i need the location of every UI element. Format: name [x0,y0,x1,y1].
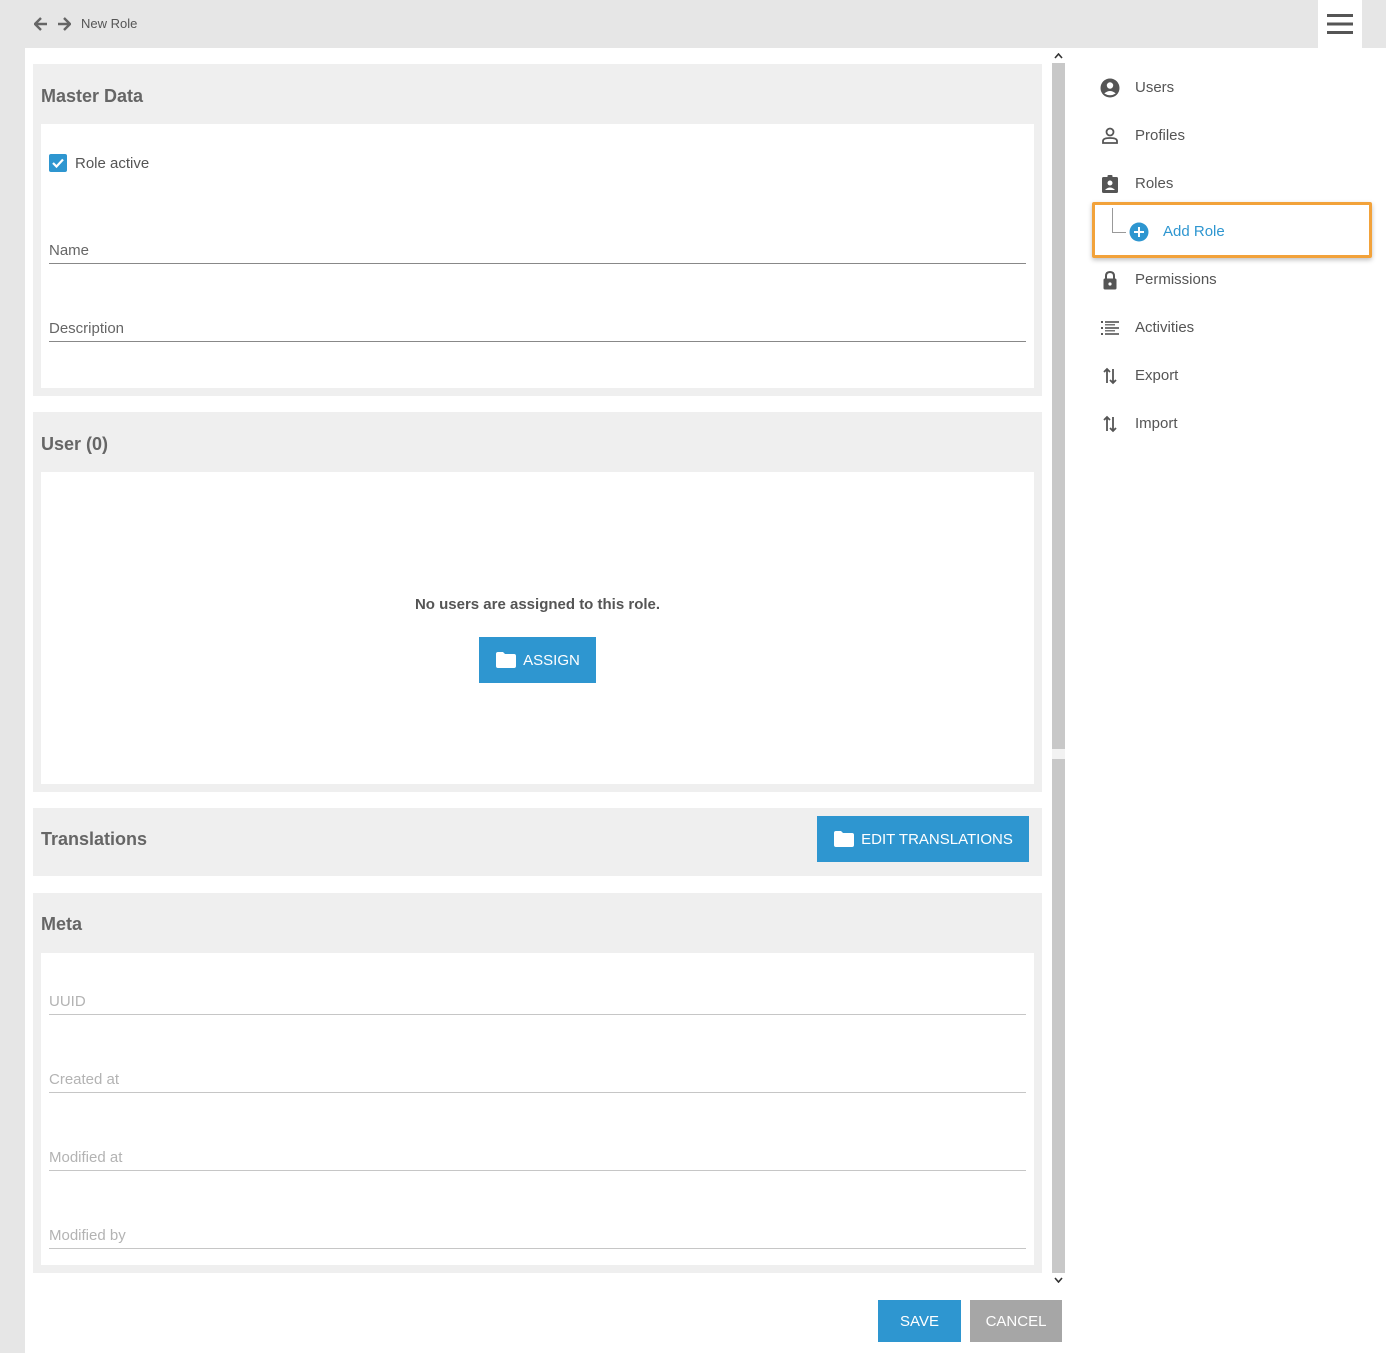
description-field[interactable] [49,341,1026,342]
uuid-label: UUID [49,993,86,1010]
modified-at-label: Modified at [49,1149,123,1166]
save-button[interactable]: SAVE [878,1300,961,1342]
modified-at-field [49,1170,1026,1171]
sidebar-item-label: Activities [1135,319,1195,336]
hamburger-icon [1327,14,1353,34]
master-data-section: Master Data Role active Name Description [33,64,1042,396]
sidebar-item-permissions[interactable]: Permissions [1067,260,1386,300]
modified-by-label: Modified by [49,1227,126,1244]
sidebar-item-roles[interactable]: Roles [1067,164,1386,204]
users-section: User (0) No users are assigned to this r… [33,412,1042,792]
edit-translations-label: EDIT TRANSLATIONS [861,830,1013,848]
created-at-field [49,1092,1026,1093]
meta-section: Meta UUID Created at Modified at Modifie… [33,893,1042,1273]
folder-icon [834,831,855,847]
sidebar-subitem-label[interactable]: Add Role [1163,223,1225,240]
meta-body: UUID Created at Modified at Modified by [41,953,1034,1265]
sidebar-item-profiles[interactable]: Profiles [1067,116,1386,156]
sidebar-item-import[interactable]: Import [1067,404,1386,444]
sidebar-item-export[interactable]: Export [1067,356,1386,396]
scroll-down-icon[interactable] [1050,1273,1067,1287]
empty-message: No users are assigned to this role. [414,596,661,613]
assign-label: ASSIGN [523,651,580,669]
sidebar-item-label: Import [1135,415,1178,432]
arrow-right-icon[interactable] [55,14,73,34]
name-label: Name [49,242,90,259]
scroll-thumb[interactable] [1052,749,1065,759]
role-active-checkbox[interactable] [49,154,67,172]
master-data-body: Role active Name Description [41,124,1034,388]
assign-button[interactable]: ASSIGN [479,637,596,683]
sidebar-item-users[interactable]: Users [1067,68,1386,108]
tree-connector [1112,232,1126,233]
list-icon [1100,318,1120,338]
translations-section: Translations EDIT TRANSLATIONS [33,808,1042,876]
role-active-label: Role active [75,155,150,172]
scrollbar[interactable] [1050,48,1067,1288]
sidebar: Users Profiles Roles Add Role Permission… [1067,48,1386,1353]
scroll-track[interactable] [1052,63,1065,1273]
created-at-label: Created at [49,1071,120,1088]
scroll-up-icon[interactable] [1050,49,1067,63]
section-title: User (0) [41,434,109,454]
sidebar-item-label: Roles [1135,175,1174,192]
sidebar-item-label: Profiles [1135,127,1186,144]
sidebar-item-label: Users [1135,79,1175,96]
description-label: Description [49,320,125,337]
sidebar-item-label: Export [1135,367,1179,384]
top-bar: New Role [0,0,1386,48]
uuid-field [49,1014,1026,1015]
main-panel: Master Data Role active Name Description… [25,48,1067,1353]
section-title: Master Data [41,86,144,106]
hamburger-menu-button[interactable] [1318,0,1362,48]
swap-vert-icon [1100,366,1120,386]
modified-by-field [49,1248,1026,1249]
person-outline-icon [1100,126,1120,146]
edit-translations-button[interactable]: EDIT TRANSLATIONS [817,816,1029,862]
check-icon [52,158,64,169]
folder-icon [496,652,517,668]
section-title: Meta [41,914,83,934]
tree-connector [1112,208,1113,232]
swap-vert-icon [1100,414,1120,434]
sidebar-item-label: Permissions [1135,271,1217,288]
add-circle-icon [1129,222,1149,242]
section-title: Translations [41,829,148,849]
name-field[interactable] [49,263,1026,264]
arrow-left-icon[interactable] [32,14,50,34]
assignment-ind-icon [1100,174,1120,194]
cancel-button[interactable]: CANCEL [970,1300,1062,1342]
account-circle-icon [1100,78,1120,98]
lock-icon [1100,270,1120,290]
sidebar-item-activities[interactable]: Activities [1067,308,1386,348]
users-body: No users are assigned to this role. ASSI… [41,472,1034,784]
breadcrumb: New Role [81,16,138,31]
